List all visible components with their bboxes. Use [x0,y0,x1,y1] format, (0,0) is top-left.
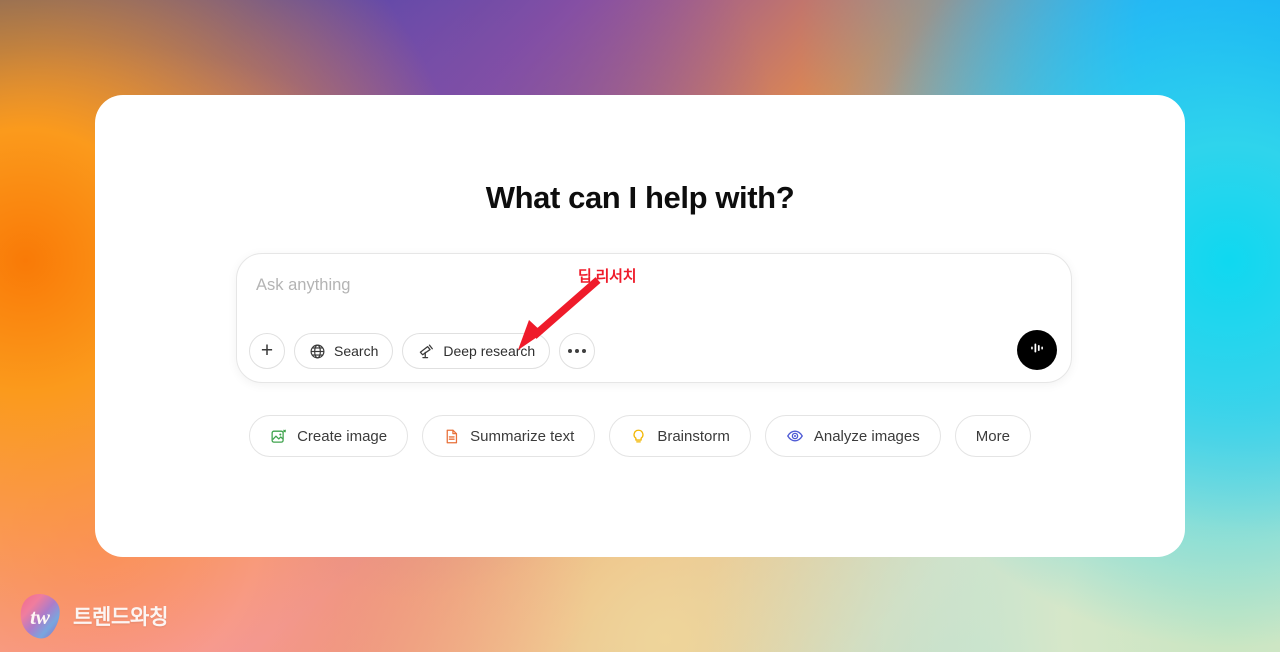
search-tool-label: Search [334,343,379,359]
waveform-icon [1027,338,1047,363]
suggestion-brainstorm[interactable]: Brainstorm [609,415,751,457]
ellipsis-icon [568,349,587,353]
suggestion-label: Analyze images [813,427,920,445]
suggestion-analyze-images[interactable]: Analyze images [764,415,941,457]
screenshot-root: What can I help with? Ask anything + Sea… [0,0,1280,652]
composer-placeholder[interactable]: Ask anything [256,276,350,295]
document-icon [443,428,460,445]
page-title: What can I help with? [485,180,795,215]
brand-name: 트렌드와칭 [73,606,169,629]
composer-toolbar: + Search Deep research [249,333,596,369]
suggestion-chip-row: Create image Summarize text Brainstorm A… [95,415,1185,457]
image-icon [270,428,287,445]
brand-logo-icon: tw [20,594,60,639]
eye-icon [786,427,804,445]
message-composer[interactable]: Ask anything + Search Deep research [236,253,1072,383]
suggestion-label: Brainstorm [657,427,730,445]
annotation-label: 딥 리서치 [578,268,637,285]
deep-research-tool-button[interactable]: Deep research [402,333,551,369]
lightbulb-icon [630,428,647,445]
globe-icon [309,343,326,360]
chat-app-card: What can I help with? Ask anything + Sea… [95,95,1185,557]
watermark: tw 트렌드와칭 [18,592,168,640]
suggestion-summarize-text[interactable]: Summarize text [422,415,596,457]
suggestion-create-image[interactable]: Create image [249,415,409,457]
telescope-icon [417,342,435,360]
add-attachment-button[interactable]: + [249,333,285,369]
search-tool-button[interactable]: Search [294,333,394,369]
suggestion-more[interactable]: More [954,415,1031,457]
suggestion-label: Create image [297,427,388,445]
svg-text:tw: tw [30,605,51,629]
deep-research-tool-label: Deep research [443,343,536,359]
more-tools-button[interactable] [559,333,596,369]
plus-icon: + [260,338,274,362]
voice-mode-button[interactable] [1017,330,1057,370]
suggestion-label: More [975,427,1010,445]
suggestion-label: Summarize text [470,427,575,445]
